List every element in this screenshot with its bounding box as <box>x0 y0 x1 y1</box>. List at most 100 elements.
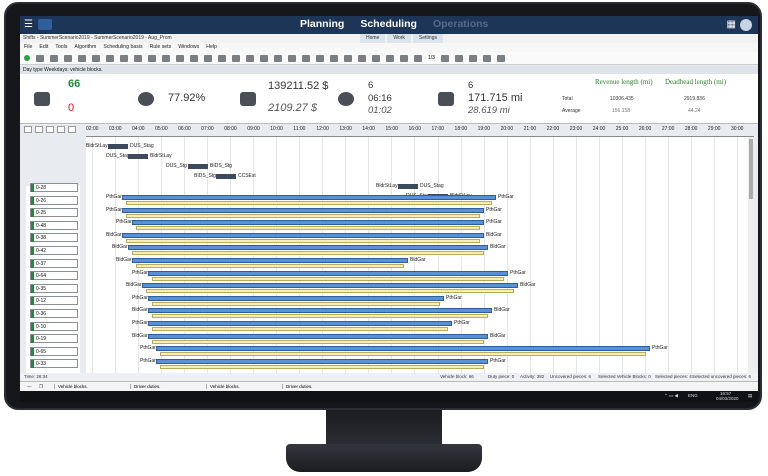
select-icon[interactable] <box>176 54 184 62</box>
refresh-icon[interactable] <box>454 54 463 62</box>
vehicle-block-bar[interactable] <box>148 270 508 276</box>
filter-button[interactable] <box>57 126 65 133</box>
chart-icon[interactable] <box>274 54 282 62</box>
menu-windows[interactable]: Windows <box>178 43 199 52</box>
menu-scheduling-basis[interactable]: Scheduling basis <box>103 43 142 52</box>
block-row-0-36[interactable]: 0-36 <box>30 309 78 318</box>
driver-duty-bar[interactable] <box>146 289 514 294</box>
block-row-0-48[interactable]: 0-48 <box>30 220 78 230</box>
text-color-icon[interactable] <box>120 54 128 62</box>
bus-icon[interactable] <box>344 54 352 62</box>
driver-duty-bar[interactable] <box>152 339 484 344</box>
menu-algorithm[interactable]: Algorithm <box>74 43 96 52</box>
driver-duty-bar[interactable] <box>136 264 404 268</box>
notifications-icon[interactable]: ▤ <box>748 393 752 399</box>
search-icon[interactable] <box>190 54 198 62</box>
unassigned-piece[interactable] <box>398 184 418 189</box>
mode-scheduling[interactable]: Scheduling <box>360 18 417 30</box>
tray-lang[interactable]: ENG <box>688 393 698 398</box>
print-icon[interactable] <box>106 54 114 62</box>
rows-icon[interactable] <box>302 54 310 62</box>
unassigned-piece[interactable] <box>188 164 208 169</box>
vehicle-block-bar[interactable] <box>122 232 484 238</box>
tab-vehicle-blocks-2[interactable]: Vehicle blocks. <box>206 384 278 389</box>
driver-duty-bar[interactable] <box>160 352 646 357</box>
block-row-0-26[interactable]: 0-26 <box>30 195 78 205</box>
menu-tools[interactable]: Tools <box>55 43 67 52</box>
vehicle-block-bar[interactable] <box>132 220 484 226</box>
block-row-0-37[interactable]: 0-37 <box>30 258 78 268</box>
run-icon[interactable] <box>24 55 30 61</box>
vehicle-block-bar[interactable] <box>148 333 488 339</box>
driver-duty-bar[interactable] <box>152 314 488 319</box>
driver-duty-bar[interactable] <box>152 327 448 331</box>
tab-driver-duties-2[interactable]: Driver duties. <box>282 384 354 389</box>
restore-icon[interactable]: ❐ <box>36 384 43 390</box>
zoom-icon[interactable] <box>204 54 212 62</box>
mode-planning[interactable]: Planning <box>300 18 344 30</box>
tab-home[interactable]: Home <box>360 34 386 43</box>
transfer-icon[interactable] <box>372 54 380 62</box>
unassigned-piece[interactable] <box>216 174 236 179</box>
layout-icon[interactable] <box>288 54 296 62</box>
tab-driver-duties-1[interactable]: Driver duties. <box>130 384 202 389</box>
block-row-0-25[interactable]: 0-25 <box>30 208 78 218</box>
vehicle-block-bar[interactable] <box>122 207 484 213</box>
apps-grid-icon[interactable]: ▦ <box>727 19 736 30</box>
block-row-0-42[interactable]: 0-42 <box>30 246 78 255</box>
block-row-0-28[interactable]: 0-28 <box>30 183 78 192</box>
copy-icon[interactable] <box>64 54 72 62</box>
block-row-0-65[interactable]: 0-65 <box>30 346 78 356</box>
unassigned-piece[interactable] <box>108 144 128 149</box>
split-icon[interactable] <box>330 54 338 62</box>
driver-duty-bar[interactable] <box>126 238 480 243</box>
mode-operations[interactable]: Operations <box>433 18 488 30</box>
driver-duty-bar[interactable] <box>132 251 484 256</box>
frame-icon[interactable] <box>162 54 170 62</box>
home-icon[interactable] <box>400 54 408 62</box>
vehicle-block-bar[interactable] <box>122 195 496 200</box>
vertical-scrollbar[interactable] <box>748 137 754 373</box>
vehicle-block-bar[interactable] <box>156 346 650 352</box>
export-icon[interactable] <box>468 54 477 62</box>
scroll-thumb[interactable] <box>749 139 753 199</box>
vehicle-block-bar[interactable] <box>132 258 408 263</box>
edit-icon[interactable] <box>246 54 254 62</box>
link-icon[interactable] <box>386 54 394 62</box>
menu-help[interactable]: Help <box>206 43 217 52</box>
save-icon[interactable] <box>36 54 44 62</box>
tab-vehicle-blocks-1[interactable]: Vehicle blocks. <box>54 384 126 389</box>
block-row-0-19[interactable]: 0-19 <box>30 334 78 344</box>
tray-icons[interactable]: ⌃ ▭ ◀ <box>664 393 678 399</box>
tab-settings[interactable]: Settings <box>412 34 443 43</box>
grid-icon[interactable] <box>92 54 100 62</box>
merge-icon[interactable] <box>316 54 324 62</box>
driver-duty-bar[interactable] <box>136 226 480 231</box>
gantt-area[interactable]: BldrStLay DUS_Stag DUS_Stag BldrStLay DUS_St… <box>86 137 750 373</box>
vehicle-block-bar[interactable] <box>148 321 452 326</box>
driver-duty-bar[interactable] <box>126 213 480 218</box>
block-row-0-33[interactable]: 0-33 <box>30 359 78 369</box>
collapse-button[interactable] <box>35 126 43 133</box>
vehicle-block-bar[interactable] <box>148 295 444 301</box>
clock-icon[interactable] <box>496 54 505 62</box>
block-row-0-12[interactable]: 0-12 <box>30 296 78 306</box>
table-icon[interactable] <box>260 54 268 62</box>
undo-icon[interactable] <box>134 54 142 62</box>
filter-icon[interactable] <box>218 54 226 62</box>
vehicle-block-bar[interactable] <box>142 283 518 289</box>
avatar[interactable] <box>740 19 752 31</box>
driver-duty-bar[interactable] <box>126 201 492 205</box>
tab-work[interactable]: Work <box>387 34 411 43</box>
redo-icon[interactable] <box>148 54 156 62</box>
camera-icon[interactable] <box>482 54 491 62</box>
settings-icon[interactable] <box>440 54 449 62</box>
driver-duty-bar[interactable] <box>160 364 484 369</box>
block-row-0-35[interactable]: 0-35 <box>30 283 78 293</box>
minimize-icon[interactable]: — <box>24 384 32 389</box>
plus-icon[interactable] <box>414 54 422 62</box>
list-icon[interactable] <box>232 54 240 62</box>
vehicle-block-bar[interactable] <box>128 245 488 251</box>
driver-icon[interactable] <box>358 54 366 62</box>
menu-edit[interactable]: Edit <box>39 43 48 52</box>
